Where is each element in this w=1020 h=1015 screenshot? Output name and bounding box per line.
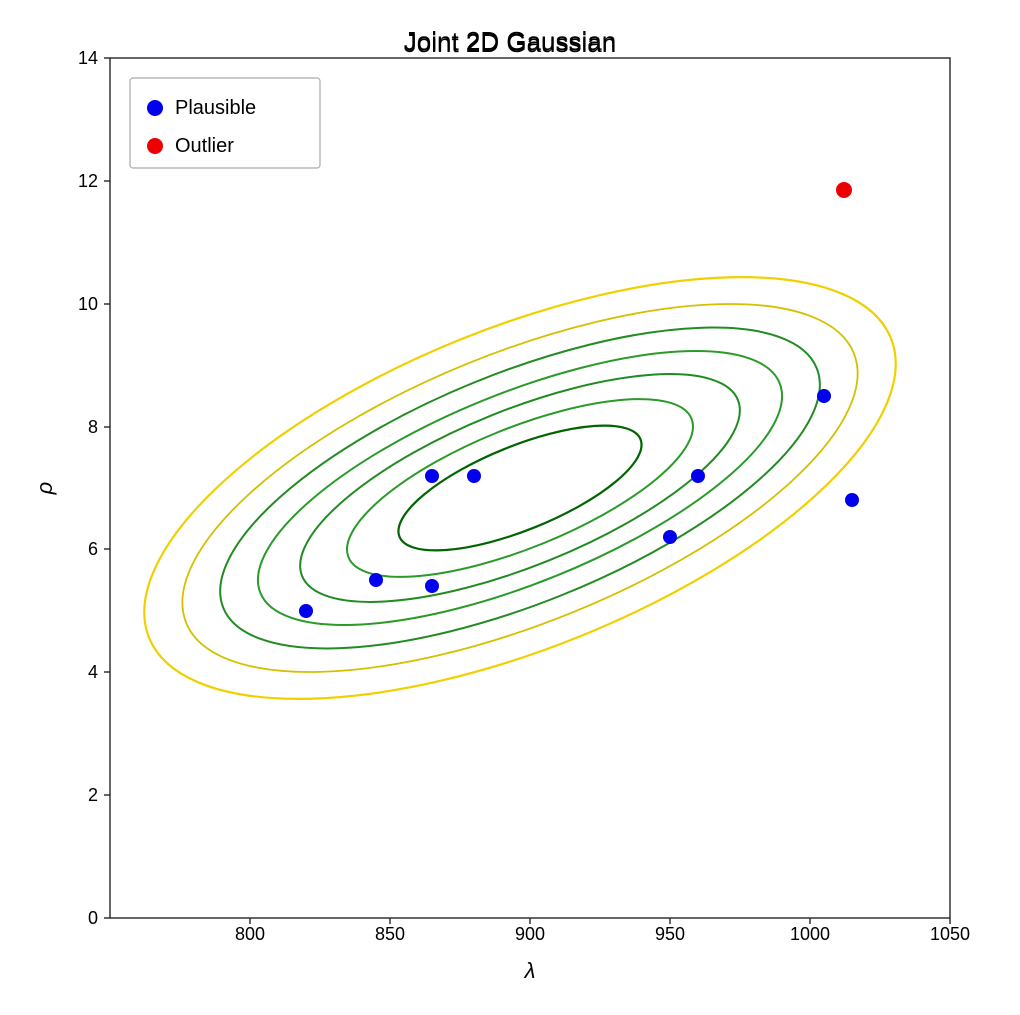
x-axis-label: λ — [524, 958, 536, 983]
y-tick-12: 12 — [78, 171, 98, 191]
legend-outlier-label: Outlier — [175, 135, 234, 157]
x-tick-1050: 1050 — [930, 924, 970, 944]
legend-outlier-dot — [147, 138, 163, 154]
red-point — [836, 182, 852, 198]
blue-point — [691, 469, 705, 483]
x-tick-1000: 1000 — [790, 924, 830, 944]
legend-plausible-dot — [147, 100, 163, 116]
y-tick-4: 4 — [88, 662, 98, 682]
y-tick-6: 6 — [88, 539, 98, 559]
y-axis-label: ρ — [32, 481, 57, 495]
y-tick-10: 10 — [78, 294, 98, 314]
x-tick-950: 950 — [655, 924, 685, 944]
blue-point — [425, 469, 439, 483]
chart-container: Joint 2D Gaussian — [30, 28, 990, 988]
blue-point — [817, 389, 831, 403]
blue-point — [425, 579, 439, 593]
y-tick-14: 14 — [78, 48, 98, 68]
blue-point — [845, 493, 859, 507]
x-tick-900: 900 — [515, 924, 545, 944]
y-tick-0: 0 — [88, 908, 98, 928]
legend-plausible-label: Plausible — [175, 97, 256, 119]
y-tick-2: 2 — [88, 785, 98, 805]
x-tick-850: 850 — [375, 924, 405, 944]
blue-point — [299, 604, 313, 618]
blue-point — [663, 530, 677, 544]
chart-title: Joint 2D Gaussian — [404, 28, 616, 58]
x-tick-800: 800 — [235, 924, 265, 944]
blue-point — [467, 469, 481, 483]
blue-point — [369, 573, 383, 587]
y-tick-8: 8 — [88, 417, 98, 437]
